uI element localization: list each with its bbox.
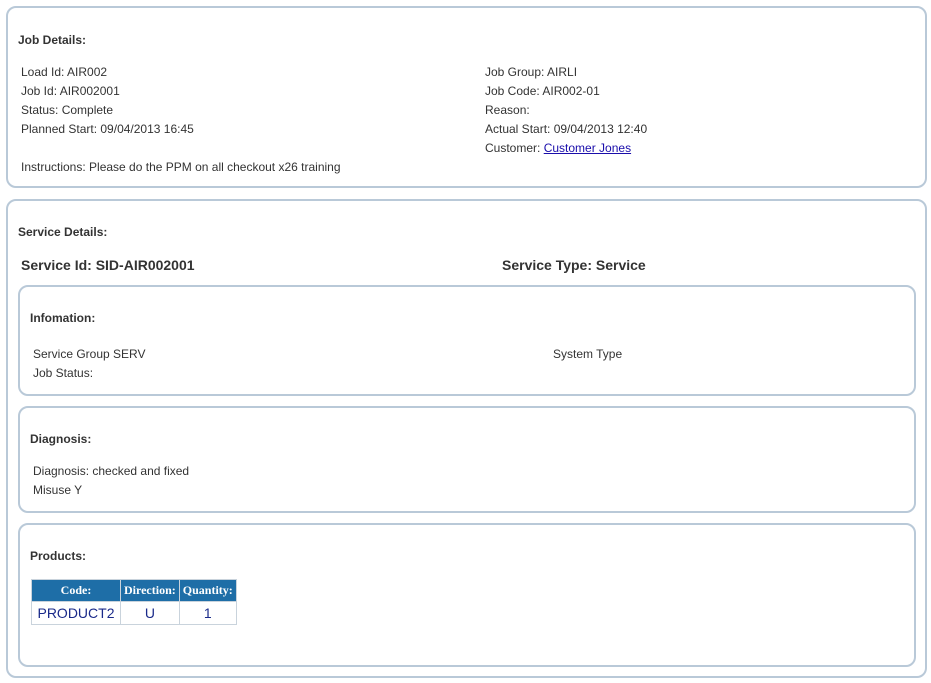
information-title: Infomation:	[30, 311, 96, 325]
customer-row: Customer: Customer Jones	[485, 141, 631, 155]
cell-direction: U	[120, 601, 180, 625]
cell-code: PRODUCT2	[31, 601, 121, 625]
service-id: Service Id: SID-AIR002001	[21, 257, 195, 273]
products-table: Code: Direction: Quantity: PRODUCT2 U 1	[31, 579, 237, 625]
reason: Reason:	[485, 103, 530, 117]
products-header-row: Code: Direction: Quantity:	[31, 579, 237, 602]
misuse-text: Misuse Y	[33, 483, 83, 497]
job-details-panel: Job Details: Load Id: AIR002 Job Id: AIR…	[6, 6, 927, 188]
column-header-direction: Direction:	[120, 579, 180, 602]
service-details-title: Service Details:	[18, 225, 108, 239]
job-id: Job Id: AIR002001	[21, 84, 120, 98]
customer-label: Customer:	[485, 141, 541, 155]
products-title: Products:	[30, 549, 87, 563]
customer-link[interactable]: Customer Jones	[544, 141, 631, 155]
column-header-code: Code:	[31, 579, 121, 602]
job-group: Job Group: AIRLI	[485, 65, 578, 79]
service-group: Service Group SERV	[33, 347, 146, 361]
cell-quantity: 1	[178, 601, 237, 625]
load-id: Load Id: AIR002	[21, 65, 108, 79]
planned-start: Planned Start: 09/04/2013 16:45	[21, 122, 194, 136]
information-panel: Infomation: Service Group SERV Job Statu…	[18, 285, 916, 396]
column-header-quantity: Quantity:	[178, 579, 237, 602]
system-type: System Type	[553, 347, 623, 361]
job-code: Job Code: AIR002-01	[485, 84, 600, 98]
actual-start: Actual Start: 09/04/2013 12:40	[485, 122, 648, 136]
instructions: Instructions: Please do the PPM on all c…	[21, 160, 341, 174]
job-status: Status: Complete	[21, 103, 114, 117]
service-type: Service Type: Service	[502, 257, 646, 273]
job-status-field: Job Status:	[33, 366, 94, 380]
products-panel: Products: Code: Direction: Quantity: PRO…	[18, 523, 916, 667]
service-details-panel: Service Details: Service Id: SID-AIR0020…	[6, 199, 927, 678]
diagnosis-text: Diagnosis: checked and fixed	[33, 464, 190, 478]
diagnosis-title: Diagnosis:	[30, 432, 92, 446]
table-row: PRODUCT2 U 1	[31, 601, 237, 625]
job-details-title: Job Details:	[18, 33, 87, 47]
diagnosis-panel: Diagnosis: Diagnosis: checked and fixed …	[18, 406, 916, 513]
